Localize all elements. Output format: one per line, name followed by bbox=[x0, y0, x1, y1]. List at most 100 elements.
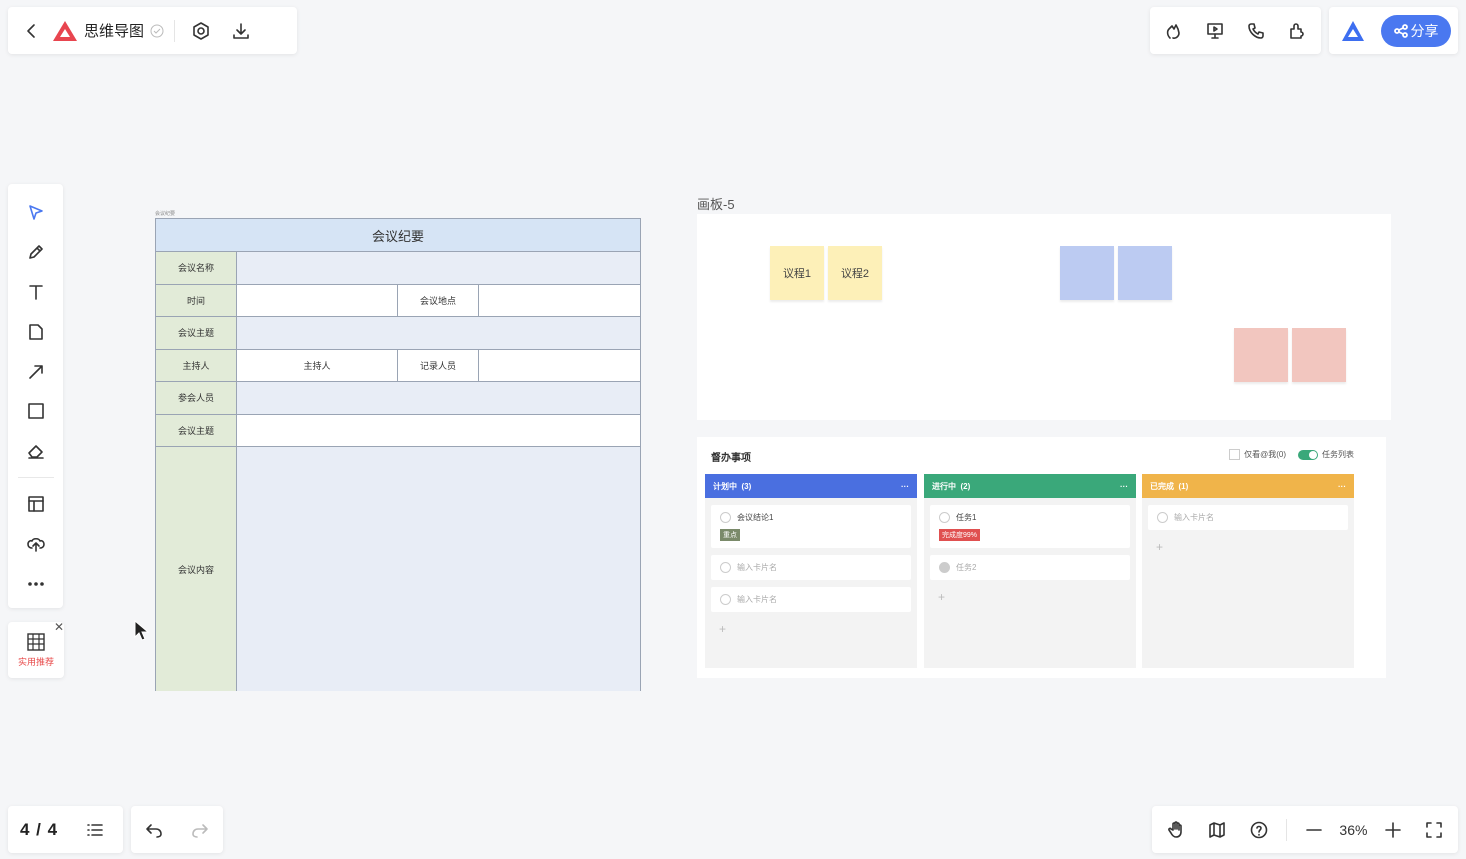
meeting-name-cell[interactable] bbox=[237, 252, 640, 284]
sticky-note[interactable] bbox=[1234, 328, 1288, 382]
add-card-icon[interactable]: + bbox=[938, 590, 1122, 604]
kanban-card[interactable]: 输入卡片名 bbox=[711, 555, 911, 580]
host-cell[interactable]: 主持人 bbox=[237, 349, 398, 381]
kanban-board: 督办事项 仅看@我(0) 任务列表 计划中 (3) ··· 会议结论1 重点 输… bbox=[697, 437, 1386, 678]
page-indicator: 4 / 4 bbox=[8, 806, 123, 853]
sticky-note[interactable] bbox=[1118, 246, 1172, 300]
only-me-checkbox[interactable] bbox=[1229, 449, 1241, 460]
eraser-icon[interactable] bbox=[20, 435, 52, 467]
recorder-cell[interactable] bbox=[479, 350, 640, 382]
task-list-toggle[interactable] bbox=[1298, 449, 1318, 460]
recommend-card[interactable]: ✕ 实用推荐 bbox=[8, 620, 64, 678]
topic-label: 会议主题 bbox=[156, 317, 237, 349]
zoom-out-icon[interactable] bbox=[1298, 814, 1330, 846]
arrow-icon[interactable] bbox=[20, 356, 52, 388]
card-title: 会议结论1 bbox=[737, 513, 774, 522]
add-card-icon[interactable]: + bbox=[719, 622, 903, 636]
column-more-icon[interactable]: ··· bbox=[901, 482, 909, 491]
location-label: 会议地点 bbox=[398, 284, 479, 316]
column-title: 进行中 bbox=[932, 481, 956, 491]
kanban-card[interactable]: 输入卡片名 bbox=[711, 587, 911, 612]
top-left-toolbar: 思维导图 bbox=[8, 7, 297, 54]
sticky-note[interactable]: 议程1 bbox=[770, 246, 824, 300]
card-tag: 完成度99% bbox=[939, 529, 981, 541]
close-icon[interactable]: ✕ bbox=[54, 620, 64, 634]
share-area: 分享 bbox=[1329, 7, 1458, 54]
content-cell[interactable] bbox=[237, 447, 640, 691]
meeting-minutes-table[interactable]: 会议纪要 会议名称 时间 会议地点 会议主题 主持人 主持人 记录人员 参会人员… bbox=[155, 218, 641, 691]
column-more-icon[interactable]: ··· bbox=[1120, 482, 1128, 491]
kanban-filter: 仅看@我(0) 任务列表 bbox=[1229, 449, 1354, 460]
select-icon[interactable] bbox=[20, 196, 52, 228]
sticky-note[interactable] bbox=[1060, 246, 1114, 300]
attendees-cell[interactable] bbox=[237, 382, 640, 414]
location-cell[interactable] bbox=[479, 285, 640, 317]
pen-icon[interactable] bbox=[20, 236, 52, 268]
card-checkbox[interactable] bbox=[720, 512, 731, 523]
attendees-label: 参会人员 bbox=[156, 382, 237, 414]
kanban-card[interactable]: 会议结论1 重点 bbox=[711, 505, 911, 548]
kanban-card[interactable]: 任务2 bbox=[930, 555, 1130, 580]
board-title: 画板-5 bbox=[697, 197, 735, 212]
presentation-icon[interactable] bbox=[1199, 15, 1231, 47]
hand-icon[interactable] bbox=[1160, 814, 1192, 846]
column-more-icon[interactable]: ··· bbox=[1338, 482, 1346, 491]
more-icon[interactable] bbox=[20, 568, 52, 600]
card-tag: 重点 bbox=[720, 529, 740, 541]
zoom-in-icon[interactable] bbox=[1377, 814, 1409, 846]
brand-logo-icon bbox=[1342, 20, 1364, 41]
toolbar-divider bbox=[17, 477, 54, 479]
kanban-title: 督办事项 bbox=[711, 453, 751, 464]
time-cell[interactable] bbox=[237, 284, 398, 316]
undo-icon[interactable] bbox=[138, 814, 170, 846]
card-title: 输入卡片名 bbox=[737, 563, 777, 572]
collaboration-toolbar bbox=[1150, 7, 1321, 54]
help-icon[interactable] bbox=[1243, 814, 1275, 846]
redo-icon[interactable] bbox=[184, 814, 216, 846]
card-checkbox[interactable] bbox=[720, 562, 731, 573]
phone-icon[interactable] bbox=[1240, 15, 1272, 47]
saved-check-icon bbox=[150, 24, 164, 37]
kanban-card[interactable]: 输入卡片名 bbox=[1148, 505, 1348, 530]
topic-cell[interactable] bbox=[237, 317, 640, 349]
wave-hand-icon[interactable] bbox=[1158, 15, 1190, 47]
upload-icon[interactable] bbox=[20, 528, 52, 560]
host-label: 主持人 bbox=[156, 349, 237, 381]
card-checkbox[interactable] bbox=[939, 562, 950, 573]
undo-redo bbox=[131, 806, 223, 853]
template-icon[interactable] bbox=[20, 488, 52, 520]
outline-list-icon[interactable] bbox=[79, 814, 111, 846]
back-icon[interactable] bbox=[16, 15, 48, 47]
add-card-icon[interactable]: + bbox=[1156, 540, 1340, 554]
sticky-note[interactable]: 议程2 bbox=[828, 246, 882, 300]
drawing-board[interactable]: 议程1 议程2 bbox=[697, 214, 1391, 420]
only-me-label: 仅看@我(0) bbox=[1244, 450, 1286, 459]
sticky-note[interactable] bbox=[1292, 328, 1346, 382]
map-icon[interactable] bbox=[1201, 814, 1233, 846]
card-title: 输入卡片名 bbox=[737, 595, 777, 604]
topic2-cell[interactable] bbox=[237, 415, 640, 447]
download-icon[interactable] bbox=[225, 15, 257, 47]
column-count: (1) bbox=[1178, 481, 1189, 491]
page-number[interactable]: 4 / 4 bbox=[20, 820, 58, 840]
plugin-icon[interactable] bbox=[1281, 15, 1313, 47]
settings-icon[interactable] bbox=[185, 15, 217, 47]
kanban-column-in-progress: 进行中 (2) ··· 任务1 完成度99% 任务2 + bbox=[924, 474, 1136, 668]
fullscreen-icon[interactable] bbox=[1418, 814, 1450, 846]
divider bbox=[1285, 818, 1287, 841]
share-button[interactable]: 分享 bbox=[1381, 14, 1451, 47]
card-checkbox[interactable] bbox=[1157, 512, 1168, 523]
sticky-note-icon[interactable] bbox=[20, 316, 52, 348]
zoom-level[interactable]: 36% bbox=[1339, 822, 1367, 838]
minutes-caption: 会议纪要 bbox=[155, 211, 176, 217]
meeting-name-label: 会议名称 bbox=[156, 252, 237, 284]
kanban-card[interactable]: 任务1 完成度99% bbox=[930, 505, 1130, 548]
card-checkbox[interactable] bbox=[720, 594, 731, 605]
rectangle-icon[interactable] bbox=[20, 396, 52, 428]
column-title: 已完成 bbox=[1150, 481, 1174, 491]
card-checkbox[interactable] bbox=[939, 512, 950, 523]
document-title[interactable]: 思维导图 bbox=[84, 20, 144, 41]
kanban-column-done: 已完成 (1) ··· 输入卡片名 + bbox=[1142, 474, 1354, 668]
view-controls: 36% bbox=[1152, 806, 1458, 853]
text-icon[interactable] bbox=[20, 276, 52, 308]
